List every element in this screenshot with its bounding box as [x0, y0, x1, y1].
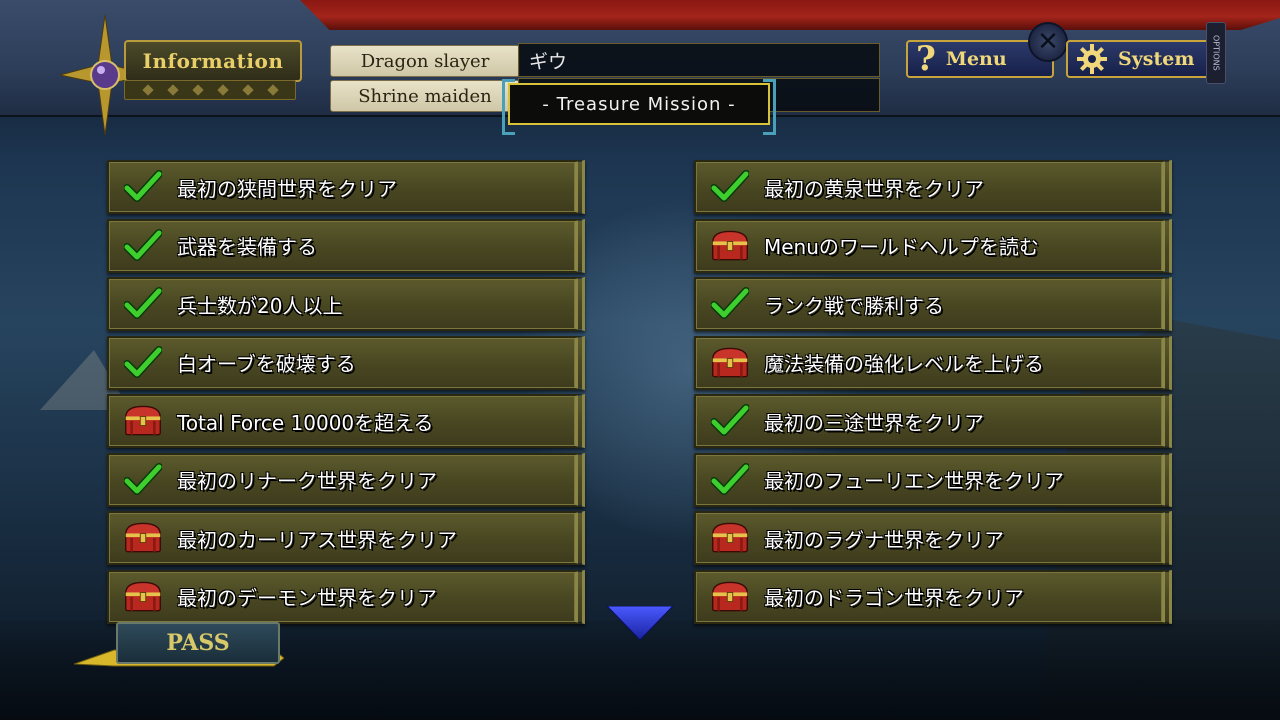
checkmark-icon — [123, 284, 163, 324]
mission-label: 兵士数が20人以上 — [177, 293, 343, 318]
mission-row[interactable]: Total Force 10000を超える — [107, 394, 585, 448]
mission-row[interactable]: Menuのワールドヘルプを読む — [694, 218, 1172, 273]
mission-row[interactable]: 最初の黄泉世界をクリア — [694, 160, 1172, 214]
mission-row[interactable]: 最初のフューリエン世界をクリア — [694, 452, 1172, 507]
gear-icon — [1077, 44, 1107, 74]
treasure-chest-icon — [710, 226, 750, 266]
mission-label: 最初のカーリアス世界をクリア — [177, 527, 457, 552]
pass-button[interactable]: PASS — [116, 622, 280, 664]
mission-row[interactable]: 最初の狭間世界をクリア — [107, 160, 585, 214]
mission-label: 最初のドラゴン世界をクリア — [764, 586, 1024, 610]
mission-row[interactable]: ランク戦で勝利する — [694, 277, 1172, 331]
information-rank-dots — [124, 80, 296, 100]
treasure-chest-icon — [123, 577, 163, 617]
mission-label: 最初のデーモン世界をクリア — [177, 586, 437, 610]
mission-row[interactable]: 兵士数が20人以上 — [107, 277, 585, 331]
options-tab[interactable]: OPTIONS — [1206, 22, 1226, 84]
mission-label: 最初のラグナ世界をクリア — [764, 527, 1004, 552]
checkmark-icon — [123, 460, 163, 500]
mission-row[interactable]: 最初のリナーク世界をクリア — [107, 452, 585, 507]
treasure-chest-icon — [710, 343, 750, 383]
mission-row[interactable]: 白オーブを破壊する — [107, 335, 585, 390]
checkmark-icon — [710, 401, 750, 441]
mission-label: 最初のリナーク世界をクリア — [177, 469, 437, 493]
treasure-chest-icon — [123, 518, 163, 558]
mission-label: ランク戦で勝利する — [764, 293, 944, 318]
mission-label: 最初の黄泉世界をクリア — [764, 176, 984, 201]
system-button-label: System — [1118, 48, 1195, 70]
mission-row[interactable]: 武器を装備する — [107, 218, 585, 273]
checkmark-icon — [123, 167, 163, 207]
checkmark-icon — [710, 167, 750, 207]
treasure-chest-icon — [123, 401, 163, 441]
checkmark-icon — [123, 226, 163, 266]
role-dragon-slayer-label: Dragon slayer — [330, 45, 520, 77]
close-icon[interactable]: ✕ — [1028, 22, 1068, 62]
menu-button-label: Menu — [945, 48, 1007, 70]
information-button[interactable]: Information — [124, 40, 302, 82]
mission-row[interactable]: 最初のカーリアス世界をクリア — [107, 511, 585, 565]
checkmark-icon — [710, 460, 750, 500]
mission-row[interactable]: 魔法装備の強化レベルを上げる — [694, 335, 1172, 390]
mission-label: Menuのワールドヘルプを読む — [764, 235, 1039, 259]
treasure-chest-icon — [710, 577, 750, 617]
mission-label: 白オーブを破壊する — [177, 352, 356, 376]
scroll-down-arrow-icon[interactable] — [607, 606, 673, 640]
role-shrine-maiden-label: Shrine maiden — [330, 80, 520, 112]
mission-row[interactable]: 最初のデーモン世界をクリア — [107, 569, 585, 624]
treasure-chest-icon — [710, 518, 750, 558]
mission-label: 魔法装備の強化レベルを上げる — [764, 352, 1044, 376]
checkmark-icon — [710, 284, 750, 324]
system-button[interactable]: System — [1066, 40, 1216, 78]
mission-label: 最初の狭間世界をクリア — [177, 176, 397, 201]
mission-label: 最初のフューリエン世界をクリア — [764, 469, 1064, 493]
mission-row[interactable]: 最初の三途世界をクリア — [694, 394, 1172, 448]
mission-label: 武器を装備する — [177, 235, 317, 259]
role-dragon-slayer-value: ギウ — [518, 43, 880, 77]
mission-label: 最初の三途世界をクリア — [764, 410, 984, 435]
question-mark-icon: ? — [916, 39, 936, 79]
mission-label: Total Force 10000を超える — [177, 410, 434, 435]
treasure-mission-title: - Treasure Mission - — [502, 79, 776, 135]
mission-row[interactable]: 最初のラグナ世界をクリア — [694, 511, 1172, 565]
mission-row[interactable]: 最初のドラゴン世界をクリア — [694, 569, 1172, 624]
top-ornamental-red-band — [300, 0, 1280, 30]
checkmark-icon — [123, 343, 163, 383]
